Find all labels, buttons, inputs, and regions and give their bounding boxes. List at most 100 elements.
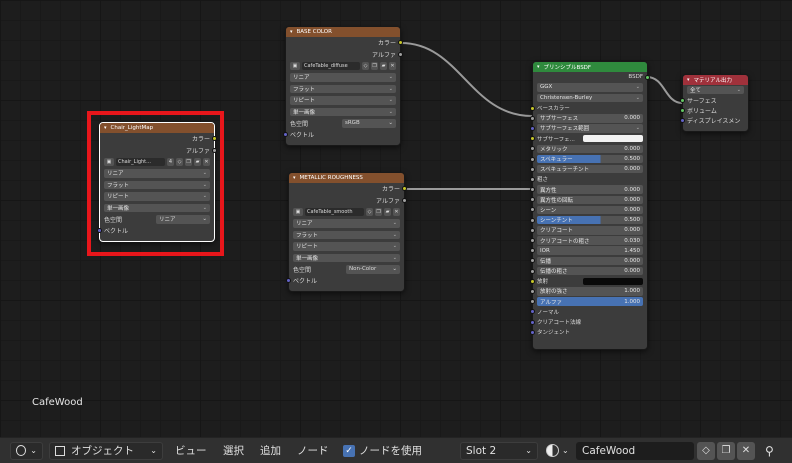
node-principled-bsdf[interactable]: ▾ プリンシプルBSDF BSDF GGX ⌄ Christensen-Burle… [530,61,650,350]
target-dropdown[interactable]: 全て ⌄ [687,85,744,95]
socket-input[interactable] [530,197,535,203]
transmission-roughness-field[interactable]: 伝播の粗さ 0.000 [537,266,643,276]
socket-input[interactable] [530,176,535,182]
source-dropdown[interactable]: 単一画像 ⌄ [290,107,396,116]
duplicate-icon[interactable]: ❐ [375,207,382,216]
fake-user-shield-icon[interactable]: ◇ [697,441,715,460]
unlink-close-icon[interactable]: ✕ [737,441,755,460]
close-icon[interactable]: ✕ [389,61,396,70]
socket-volume[interactable] [680,107,685,113]
socket-input[interactable] [530,227,535,233]
socket-input[interactable] [530,268,535,274]
ior-field[interactable]: IOR 1.450 [537,246,643,255]
collapse-icon[interactable]: ▾ [293,175,296,181]
socket-input[interactable] [530,105,535,111]
pin-icon[interactable]: ⚲ [765,444,774,458]
node-material-output[interactable]: ▾ マテリアル出力 全て ⌄ サーフェス ボリューム ディスプレイスメン [680,74,749,132]
collapse-icon[interactable]: ▾ [687,77,690,83]
shield-icon[interactable]: ◇ [362,61,369,70]
socket-vector[interactable] [283,132,288,138]
node-header[interactable]: ▾ プリンシプルBSDF [533,62,647,72]
colorspace-dropdown[interactable]: Non-Color ⌄ [346,265,400,274]
socket-displacement[interactable] [680,117,685,123]
extension-dropdown[interactable]: リピート ⌄ [293,242,400,251]
socket-input[interactable] [530,309,535,315]
shield-icon[interactable]: ◇ [366,207,373,216]
socket-input[interactable] [530,146,535,152]
node-header[interactable]: ▾ BASE COLOR [286,27,400,37]
specular-field[interactable]: スペキュラー 0.500 [537,154,643,164]
image-name-field[interactable]: CafeTable_smooth [305,207,364,216]
collapse-icon[interactable]: ▾ [537,64,540,70]
socket-bsdf[interactable] [645,74,650,80]
node-metallic-roughness[interactable]: ▾ METALLIC ROUGHNESS カラー アルファ ▣ CafeTabl… [286,172,407,292]
metallic-field[interactable]: メタリック 0.000 [537,144,643,154]
anisotropic-field[interactable]: 異方性 0.000 [537,185,643,194]
menu-add[interactable]: 追加 [260,443,281,458]
emission-color-swatch[interactable] [583,277,643,285]
socket-input[interactable] [530,238,535,244]
image-icon[interactable]: ▣ [293,207,303,216]
duplicate-icon[interactable]: ❐ [371,61,378,70]
socket-input[interactable] [530,217,535,223]
node-header[interactable]: ▾ マテリアル出力 [683,75,748,85]
socket-input[interactable] [530,299,535,305]
socket-alpha[interactable] [402,197,407,203]
subsurface-radius-field[interactable]: サブサーフェス範囲 ⌄ [537,124,643,133]
source-dropdown[interactable]: 単一画像 ⌄ [293,253,400,262]
use-nodes-toggle[interactable]: ✓ ノードを使用 [343,443,422,458]
alpha-field[interactable]: アルファ 1.000 [537,297,643,306]
socket-input[interactable] [530,248,535,254]
folder-icon[interactable]: ▰ [380,61,387,70]
socket-color[interactable] [402,186,407,192]
folder-icon[interactable]: ▰ [384,207,391,216]
socket-input[interactable] [530,166,535,172]
clearcoat-field[interactable]: クリアコート 0.000 [537,226,643,235]
clearcoat-roughness-field[interactable]: クリアコートの粗さ 0.030 [537,236,643,245]
image-name-field[interactable]: CafeTable_diffuse [302,61,360,70]
material-browse-button[interactable]: ⌄ [546,444,569,457]
menu-view[interactable]: ビュー [175,443,207,458]
subsurface-field[interactable]: サブサーフェス 0.000 [537,114,643,123]
specular-tint-field[interactable]: スペキュラーチント 0.000 [537,164,643,174]
slot-dropdown[interactable]: Slot 2 ⌄ [460,441,538,460]
image-icon[interactable]: ▣ [290,61,300,70]
socket-input[interactable] [530,329,535,335]
sheen-tint-field[interactable]: シーンチント 0.500 [537,215,643,225]
socket-color[interactable] [398,40,403,46]
node-base-color[interactable]: ▾ BASE COLOR カラー アルファ ▣ CafeTable_diffus… [283,26,403,146]
socket-surface[interactable] [680,97,685,103]
socket-input[interactable] [530,125,535,131]
socket-input[interactable] [530,278,535,284]
socket-input[interactable] [530,207,535,213]
menu-select[interactable]: 選択 [223,443,244,458]
subsurface-color-swatch[interactable] [583,135,643,143]
interpolation-dropdown[interactable]: リニア ⌄ [293,219,400,228]
socket-input[interactable] [530,187,535,193]
interpolation-dropdown[interactable]: リニア ⌄ [290,73,396,82]
transmission-field[interactable]: 伝播 0.000 [537,256,643,266]
sheen-field[interactable]: シーン 0.000 [537,205,643,215]
socket-input[interactable] [530,156,535,162]
close-icon[interactable]: ✕ [393,207,400,216]
socket-input[interactable] [530,136,535,142]
socket-input[interactable] [530,115,535,121]
mode-dropdown[interactable]: オブジェクト ⌄ [49,441,163,460]
subsurface-method-dropdown[interactable]: Christensen-Burley ⌄ [537,93,643,102]
socket-vector[interactable] [286,278,291,284]
extension-dropdown[interactable]: リピート ⌄ [290,96,396,105]
socket-input[interactable] [530,319,535,325]
socket-input[interactable] [530,258,535,264]
anisotropic-rotation-field[interactable]: 異方性の回転 0.000 [537,195,643,205]
material-name-field[interactable]: CafeWood [576,441,694,460]
projection-dropdown[interactable]: フラット ⌄ [290,84,396,93]
distribution-dropdown[interactable]: GGX ⌄ [537,83,643,92]
node-header[interactable]: ▾ METALLIC ROUGHNESS [289,173,404,183]
editor-type-dropdown[interactable]: ⌄ [10,441,43,460]
projection-dropdown[interactable]: フラット ⌄ [293,230,400,239]
socket-alpha[interactable] [398,51,403,57]
duplicate-material-icon[interactable]: ❐ [717,441,735,460]
colorspace-dropdown[interactable]: sRGB ⌄ [342,119,396,128]
socket-input[interactable] [530,288,535,294]
menu-node[interactable]: ノード [297,443,329,458]
